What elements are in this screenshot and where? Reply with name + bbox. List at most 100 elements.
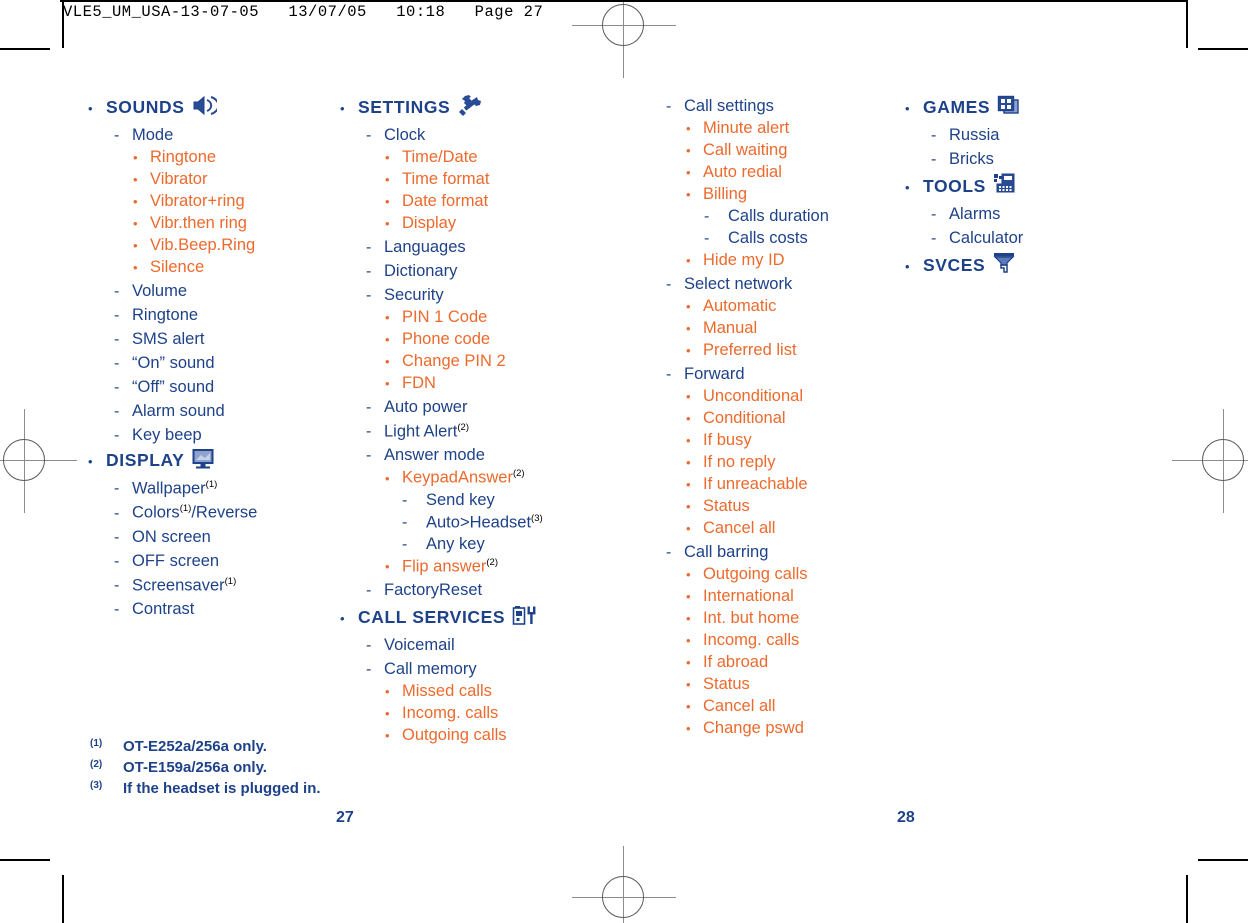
bullet-dot: • (133, 238, 138, 253)
menu-item-level2: - FactoryReset (340, 576, 630, 600)
menu-tree-2: • SETTINGS - Clock • Time/Date • Time format • D… (340, 92, 630, 745)
bullet-dash: - (666, 366, 672, 383)
menu-item-label: Voicemail (384, 636, 455, 655)
menu-section-heading: • SVCES (905, 248, 1125, 279)
footnote-reference: (2) (486, 556, 498, 568)
bullet-dash: - (366, 637, 372, 655)
menu-item-level3: • Phone code (340, 327, 630, 349)
menu-item-level2: - Dictionary (340, 257, 630, 281)
page-number-right: 28 (897, 809, 915, 826)
menu-item-label: Call memory (384, 660, 477, 679)
menu-item-label: Conditional (703, 409, 786, 427)
menu-item-level3: • Call waiting (666, 138, 901, 160)
trim-mark-top-right-v (1186, 0, 1188, 48)
menu-item-label: “Off” sound (132, 378, 215, 396)
speaker-icon (191, 95, 220, 121)
footnote-text: OT-E252a/256a only. (123, 738, 267, 755)
bullet-dot: • (686, 121, 691, 136)
monitor-icon (191, 448, 215, 474)
menu-item-level2: - Auto power (340, 393, 630, 417)
menu-item-level3: • Vibrator+ring (88, 189, 338, 211)
menu-item-label: Volume (132, 282, 188, 300)
menu-item-level3: • Change PIN 2 (340, 349, 630, 371)
menu-item-level3: • Status (666, 494, 901, 516)
menu-item-level2: - Call barring (666, 538, 901, 562)
menu-item-label: Cancel all (703, 519, 776, 537)
bullet-dot: • (905, 100, 910, 116)
bullet-dash: - (114, 576, 120, 594)
bullet-dash: - (931, 230, 937, 247)
trim-mark-top-right-h (1198, 48, 1248, 50)
menu-item-level3: • Date format (340, 189, 630, 211)
bullet-dot: • (686, 455, 691, 470)
menu-item-label: Missed calls (402, 682, 492, 701)
menu-item-level2: - Volume (88, 277, 338, 301)
column-call-settings: - Call settings • Minute alert • Call waiting… (666, 92, 901, 738)
bullet-dot: • (686, 299, 691, 314)
bullet-dot: • (686, 611, 691, 626)
menu-item-label: Calculator (949, 229, 1024, 247)
bullet-dot: • (905, 258, 910, 274)
bullet-dot: • (385, 216, 390, 231)
menu-item-level2: - Select network (666, 270, 901, 294)
menu-item-level2: - Call settings (666, 92, 901, 116)
bullet-dot: • (686, 433, 691, 448)
menu-item-level3: • If unreachable (666, 472, 901, 494)
menu-item-label: Cancel all (703, 697, 776, 715)
bullet-dot: • (686, 499, 691, 514)
menu-item-level3: • Flip answer(2) (340, 554, 630, 576)
bullet-dash: - (666, 276, 672, 293)
bullet-dot: • (686, 721, 691, 736)
menu-item-level2: - Wallpaper(1) (88, 474, 338, 498)
trim-mark-bottom-right-h (1198, 859, 1248, 861)
menu-item-level3: • Cancel all (666, 516, 901, 538)
menu-item-level3: • Vib.Beep.Ring (88, 233, 338, 255)
bullet-dash: - (114, 127, 120, 144)
menu-item-label: Incomg. calls (402, 704, 499, 723)
menu-item-level3: • Incomg. calls (666, 628, 901, 650)
bullet-dot: • (133, 172, 138, 187)
column-games-tools-svces: • GAMES - Russia - Bricks • TOOLS - Alarms - Calc… (905, 92, 1125, 279)
menu-item-label: Ringtone (150, 148, 217, 166)
menu-item-label: SOUNDS (106, 96, 185, 117)
menu-item-label: SVCES (923, 254, 986, 275)
menu-item-level2: - “Off” sound (88, 373, 338, 397)
menu-item-level3: • Vibrator (88, 167, 338, 189)
menu-item-label: Display (402, 214, 457, 232)
menu-tree-4: • GAMES - Russia - Bricks • TOOLS - Alarms - Calc… (905, 92, 1125, 279)
bullet-dash: - (366, 399, 372, 416)
menu-item-level3: • If no reply (666, 450, 901, 472)
menu-item-label: Status (703, 675, 750, 693)
menu-item-label: Manual (703, 319, 758, 337)
bullet-dash: - (114, 403, 120, 420)
menu-item-label: Forward (684, 365, 745, 383)
menu-tree-3: - Call settings • Minute alert • Call waiting… (666, 92, 901, 738)
bullet-dot: • (385, 194, 390, 209)
menu-item-label: “On” sound (132, 354, 215, 372)
menu-item-level3: • Display (340, 211, 630, 233)
menu-item-label: If unreachable (703, 475, 808, 493)
menu-item-label: Vibrator+ring (150, 192, 245, 210)
menu-item-level3: • Billing (666, 182, 901, 204)
menu-item-label: Preferred list (703, 341, 797, 359)
bullet-dash: - (114, 480, 120, 498)
menu-item-level3: • Silence (88, 255, 338, 277)
menu-item-label: DISPLAY (106, 449, 185, 470)
menu-item-level2: - Clock (340, 121, 630, 145)
menu-item-level2: - Russia (905, 121, 1125, 145)
menu-item-label: ON screen (132, 527, 211, 546)
menu-item-level2: - SMS alert (88, 325, 338, 349)
trim-mark-bottom-left-v (62, 875, 64, 923)
trim-mark-bottom-left-h (0, 859, 50, 861)
menu-item-level4: - Calls duration (666, 204, 901, 226)
menu-item-label: Auto redial (703, 163, 782, 181)
menu-item-level3: • Ringtone (88, 145, 338, 167)
bullet-dot: • (686, 655, 691, 670)
menu-item-level3: • Minute alert (666, 116, 901, 138)
menu-item-level3: • PIN 1 Code (340, 305, 630, 327)
menu-item-label: Key beep (132, 426, 202, 444)
menu-item-level3: • Conditional (666, 406, 901, 428)
footnote-row: (1) OT-E252a/256a only. (90, 738, 510, 759)
bullet-dash: - (931, 151, 937, 168)
menu-item-label: CALL SERVICES (358, 607, 506, 628)
